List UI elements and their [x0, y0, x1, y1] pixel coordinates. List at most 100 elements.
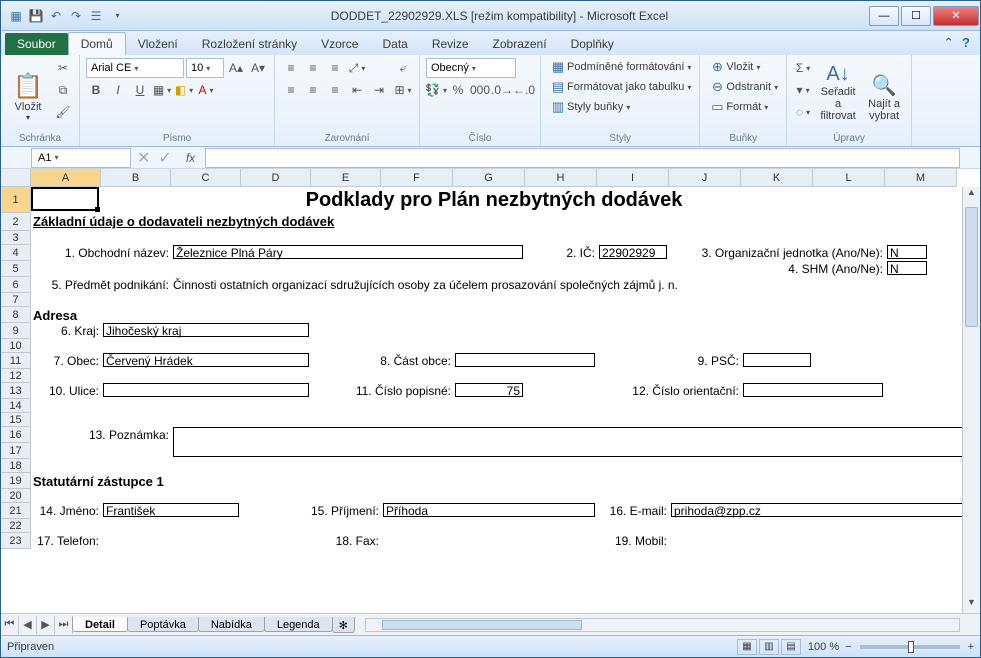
help-icon[interactable]: ? [962, 35, 970, 51]
row-header-23[interactable]: 23 [1, 533, 31, 549]
sort-filter-button[interactable]: A↓ Seřadit a filtrovat [817, 58, 859, 124]
field-psc[interactable] [743, 353, 811, 367]
row-header-1[interactable]: 1 [1, 187, 31, 213]
page-break-view-icon[interactable]: ▤ [781, 639, 801, 655]
paste-button[interactable]: 📋 Vložit ▾ [7, 58, 49, 124]
col-header-G[interactable]: G [453, 169, 525, 187]
vertical-scrollbar[interactable]: ▲ ▼ [962, 187, 980, 613]
row-header-10[interactable]: 10 [1, 339, 31, 353]
field-cislo-popisne[interactable]: 75 [455, 383, 523, 397]
tab-insert[interactable]: Vložení [126, 33, 190, 55]
tab-data[interactable]: Data [370, 33, 419, 55]
zoom-in-icon[interactable]: + [968, 641, 974, 653]
col-header-J[interactable]: J [669, 169, 741, 187]
formula-input[interactable] [205, 148, 960, 168]
file-tab[interactable]: Soubor [5, 33, 68, 55]
field-obchodni-nazev[interactable]: Železnice Plná Páry [173, 245, 523, 259]
zoom-out-icon[interactable]: − [845, 641, 851, 653]
row-header-16[interactable]: 16 [1, 427, 31, 443]
font-size-combo[interactable]: 10 [186, 58, 224, 78]
row-header-15[interactable]: 15 [1, 413, 31, 427]
field-org-unit[interactable]: N [887, 245, 927, 259]
decrease-decimal-icon[interactable]: ←.0 [514, 80, 534, 100]
col-header-C[interactable]: C [171, 169, 241, 187]
wrap-text-icon[interactable]: ⤶ [393, 58, 413, 78]
field-obec[interactable]: Červený Hrádek [103, 353, 309, 367]
scroll-up-icon[interactable]: ▲ [963, 187, 980, 203]
close-button[interactable]: ✕ [933, 6, 979, 26]
tab-home[interactable]: Domů [68, 32, 126, 55]
vscroll-thumb[interactable] [965, 207, 978, 327]
save-icon[interactable]: 💾 [27, 7, 45, 25]
prev-sheet-icon[interactable]: ◀ [19, 616, 37, 634]
col-header-L[interactable]: L [813, 169, 885, 187]
align-middle-icon[interactable]: ≡ [303, 58, 323, 78]
orientation-icon[interactable]: ⤢ [347, 58, 367, 78]
row-header-14[interactable]: 14 [1, 399, 31, 413]
increase-decimal-icon[interactable]: .0→ [492, 80, 512, 100]
underline-button[interactable]: U [130, 80, 150, 100]
align-right-icon[interactable]: ≡ [325, 80, 345, 100]
fill-color-button[interactable]: ◧ [174, 80, 194, 100]
next-sheet-icon[interactable]: ▶ [37, 616, 55, 634]
fx-icon[interactable]: fx [176, 151, 205, 165]
border-button[interactable]: ▦ [152, 80, 172, 100]
worksheet-grid[interactable]: ABCDEFGHIJKLM 12345678910111213141516171… [1, 169, 980, 613]
row-header-17[interactable]: 17 [1, 443, 31, 459]
tab-addins[interactable]: Doplňky [559, 33, 626, 55]
field-email[interactable]: prihoda@zpp.cz [671, 503, 980, 517]
scroll-down-icon[interactable]: ▼ [963, 597, 980, 613]
col-header-B[interactable]: B [101, 169, 171, 187]
fill-icon[interactable]: ▾ [793, 80, 813, 100]
row-header-11[interactable]: 11 [1, 353, 31, 369]
tab-view[interactable]: Zobrazení [481, 33, 559, 55]
number-format-combo[interactable]: Obecný [426, 58, 516, 78]
find-select-button[interactable]: 🔍 Najít a vybrat [863, 58, 905, 124]
format-painter-icon[interactable]: 🖌 [53, 102, 73, 122]
field-jmeno[interactable]: František [103, 503, 239, 517]
enter-formula-icon[interactable]: ✓ [154, 148, 175, 168]
conditional-formatting-button[interactable]: ▦Podmíněné formátování [547, 58, 693, 76]
tab-formulas[interactable]: Vzorce [309, 33, 370, 55]
hscroll-thumb[interactable] [382, 620, 582, 630]
select-all-corner[interactable] [1, 169, 31, 187]
row-header-20[interactable]: 20 [1, 489, 31, 503]
field-prijmeni[interactable]: Příhoda [383, 503, 595, 517]
cut-icon[interactable]: ✂ [53, 58, 73, 78]
row-header-7[interactable]: 7 [1, 293, 31, 307]
normal-view-icon[interactable]: ▦ [737, 639, 757, 655]
align-top-icon[interactable]: ≡ [281, 58, 301, 78]
row-header-3[interactable]: 3 [1, 231, 31, 245]
copy-icon[interactable]: ⧉ [53, 80, 73, 100]
qat-more-icon[interactable] [107, 7, 125, 25]
row-header-4[interactable]: 4 [1, 245, 31, 261]
align-bottom-icon[interactable]: ≡ [325, 58, 345, 78]
col-header-A[interactable]: A [31, 169, 101, 187]
autosum-icon[interactable]: Σ [793, 58, 813, 78]
first-sheet-icon[interactable]: ⏮ [1, 616, 19, 634]
field-shm[interactable]: N [887, 261, 927, 275]
merge-center-icon[interactable]: ⊞ [393, 80, 413, 100]
redo-icon[interactable]: ↷ [67, 7, 85, 25]
percent-icon[interactable]: % [448, 80, 468, 100]
decrease-indent-icon[interactable]: ⇤ [347, 80, 367, 100]
sheet-tab-detail[interactable]: Detail [72, 617, 128, 632]
increase-indent-icon[interactable]: ⇥ [369, 80, 389, 100]
format-as-table-button[interactable]: ▤Formátovat jako tabulku [547, 78, 693, 96]
col-header-K[interactable]: K [741, 169, 813, 187]
zoom-slider[interactable] [860, 645, 960, 649]
tab-review[interactable]: Revize [420, 33, 481, 55]
minimize-button[interactable]: — [869, 6, 899, 26]
page-layout-view-icon[interactable]: ▥ [759, 639, 779, 655]
row-header-6[interactable]: 6 [1, 277, 31, 293]
format-cells-button[interactable]: ▭Formát [706, 98, 780, 116]
col-header-I[interactable]: I [597, 169, 669, 187]
italic-button[interactable]: I [108, 80, 128, 100]
shrink-font-icon[interactable]: A▾ [248, 58, 268, 78]
tab-layout[interactable]: Rozložení stránky [190, 33, 309, 55]
grow-font-icon[interactable]: A▴ [226, 58, 246, 78]
field-cislo-orientacni[interactable] [743, 383, 883, 397]
field-ic[interactable]: 22902929 [599, 245, 667, 259]
row-header-19[interactable]: 19 [1, 473, 31, 489]
zoom-level[interactable]: 100 % [808, 641, 839, 653]
